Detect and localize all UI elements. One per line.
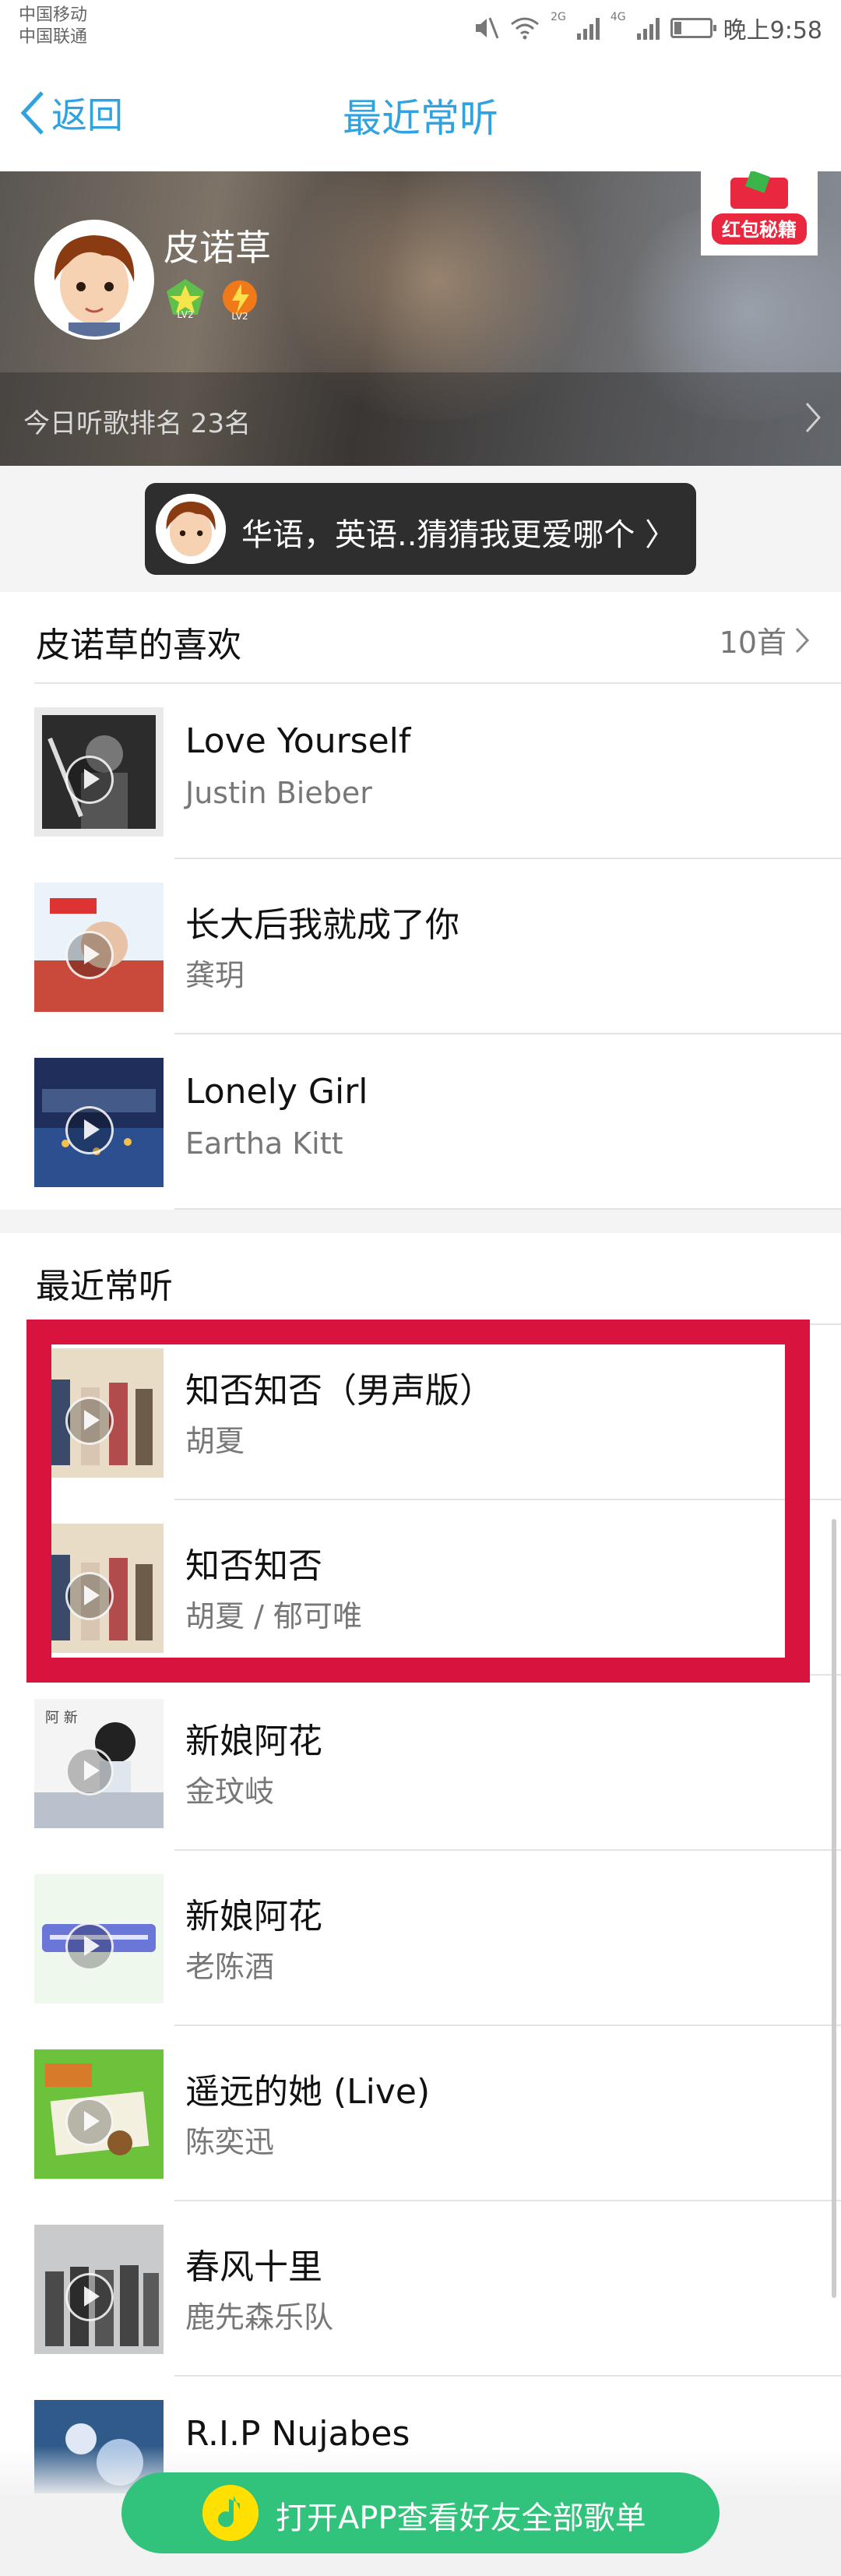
- svg-text:阿 新: 阿 新: [45, 1710, 78, 1726]
- play-icon[interactable]: [65, 1747, 114, 1795]
- play-icon[interactable]: [65, 2098, 114, 2146]
- play-icon[interactable]: [65, 2273, 114, 2321]
- song-artist: 陈奕迅: [185, 2125, 275, 2159]
- rank-text: 今日听歌排名 23名: [23, 408, 252, 439]
- song-artist: 胡夏: [185, 1424, 245, 1458]
- song-artist: 金玟岐: [185, 1774, 275, 1809]
- carrier-1: 中国移动: [19, 5, 88, 25]
- prompt-text: 华语，英语..猜猜我更爱哪个 〉: [241, 517, 677, 553]
- chevron-right-icon: [795, 627, 810, 653]
- prompt-avatar: [156, 494, 226, 564]
- clock: 晚上9:58: [723, 17, 822, 44]
- red-packet-icon: 红包秘籍: [712, 171, 807, 245]
- status-icons: 2G 4G 晚上9:58: [473, 11, 822, 45]
- list-item[interactable]: Lonely Girl Eartha Kitt: [0, 1034, 841, 1210]
- song-title: Lonely Girl: [185, 1072, 368, 1112]
- song-artist: Eartha Kitt: [185, 1126, 343, 1161]
- mute-icon: [476, 17, 499, 39]
- wifi-icon: [511, 17, 540, 40]
- open-app-label: 打开APP查看好友全部歌单: [276, 2500, 646, 2536]
- list-item[interactable]: 知否知否 胡夏 / 郁可唯: [0, 1500, 841, 1676]
- level-2-text: LV2: [231, 311, 248, 321]
- play-icon[interactable]: [65, 756, 114, 804]
- carrier-info: 中国移动 中国联通: [19, 5, 87, 48]
- song-artist: 胡夏 / 郁可唯: [185, 1599, 362, 1633]
- play-icon[interactable]: [65, 1106, 114, 1154]
- list-item[interactable]: 长大后我就成了你 龚玥: [0, 859, 841, 1034]
- list-item[interactable]: 遥远的她 (Live) 陈奕迅: [0, 2026, 841, 2201]
- carrier-2: 中国联通: [19, 27, 88, 47]
- list-item[interactable]: Love Yourself Justin Bieber: [0, 684, 841, 859]
- open-app-button[interactable]: 打开APP查看好友全部歌单: [121, 2472, 720, 2553]
- page-title: 最近常听: [343, 96, 498, 141]
- signal-icon-1: [576, 16, 600, 40]
- song-title: 新娘阿花: [185, 1897, 322, 1936]
- network-2g-label: 2G: [551, 11, 566, 23]
- song-title: 新娘阿花: [185, 1721, 322, 1761]
- list-item[interactable]: 春风十里 鹿先森乐队: [0, 2201, 841, 2377]
- favorites-count[interactable]: 10首: [720, 618, 810, 661]
- song-title: 知否知否（男声版）: [185, 1371, 494, 1411]
- favorites-title: 皮诺草的喜欢: [36, 625, 241, 665]
- list-item[interactable]: 知否知否（男声版） 胡夏: [0, 1325, 841, 1500]
- song-title: 长大后我就成了你: [185, 905, 459, 945]
- status-bar: 中国移动 中国联通 2G 4G 晚上9:58: [0, 0, 841, 56]
- song-artist: 鹿先森乐队: [185, 2300, 334, 2335]
- song-artist: 龚玥: [185, 958, 245, 992]
- song-artist: Justin Bieber: [185, 776, 372, 810]
- username: 皮诺草: [164, 227, 271, 269]
- qq-music-logo-icon: [202, 2485, 259, 2541]
- song-title: 春风十里: [185, 2247, 322, 2287]
- network-4g-label: 4G: [610, 11, 626, 23]
- nav-header: 返回 最近常听: [0, 56, 841, 172]
- play-icon[interactable]: [65, 1572, 114, 1620]
- song-title: Love Yourself: [185, 721, 411, 761]
- level-badge-orange-icon[interactable]: LV2: [218, 277, 262, 321]
- red-packet-promo[interactable]: 红包秘籍: [701, 171, 818, 255]
- list-item[interactable]: 阿 新 新娘阿花 金玟岐: [0, 1676, 841, 1851]
- cartoon-avatar-image: [37, 223, 151, 337]
- play-icon[interactable]: [65, 1397, 114, 1445]
- profile-banner: 皮诺草 LV2 LV2 红包秘籍 今日听歌排名 23名: [0, 171, 841, 466]
- signal-icon-2: [636, 16, 660, 40]
- song-artist: 老陈酒: [185, 1950, 275, 1984]
- battery-icon: [670, 18, 716, 38]
- song-title: 知否知否: [185, 1546, 322, 1586]
- recent-header: 最近常听: [0, 1233, 841, 1325]
- guess-prompt-button[interactable]: 华语，英语..猜猜我更爱哪个 〉: [145, 483, 696, 575]
- chevron-right-icon: [805, 403, 822, 432]
- avatar[interactable]: [34, 220, 154, 340]
- scrollbar[interactable]: [832, 1519, 836, 2298]
- list-item[interactable]: 新娘阿花 老陈酒: [0, 1851, 841, 2026]
- level-badge-green-icon[interactable]: LV2: [164, 277, 207, 321]
- recent-title: 最近常听: [36, 1267, 173, 1306]
- favorites-header[interactable]: 皮诺草的喜欢 10首: [0, 592, 841, 684]
- play-icon[interactable]: [65, 931, 114, 979]
- song-title: 遥远的她 (Live): [185, 2072, 431, 2112]
- prompt-area: 华语，英语..猜猜我更爱哪个 〉: [0, 466, 841, 592]
- level-1-text: LV2: [177, 309, 193, 320]
- rank-row[interactable]: 今日听歌排名 23名: [0, 372, 841, 466]
- promo-badge-text: 红包秘籍: [722, 219, 797, 241]
- play-icon[interactable]: [65, 1922, 114, 1971]
